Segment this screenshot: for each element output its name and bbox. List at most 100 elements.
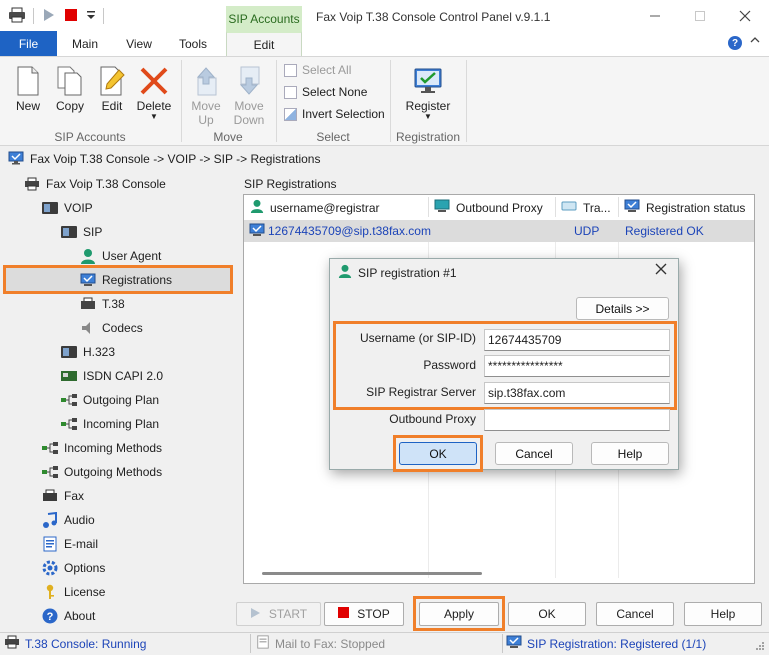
stop-button[interactable]: STOP xyxy=(324,602,404,626)
column-header-username[interactable]: username@registrar xyxy=(250,195,426,220)
tab-tools[interactable]: Tools xyxy=(170,31,216,56)
music-note-icon xyxy=(42,512,58,528)
tree-item-h323[interactable]: H.323 xyxy=(61,341,115,363)
move-up-button[interactable]: Move Up xyxy=(188,62,224,127)
select-all-icon xyxy=(284,63,297,77)
tree-item-label: E-mail xyxy=(64,537,99,551)
help-icon[interactable]: ? xyxy=(728,36,742,50)
new-label: New xyxy=(15,99,40,113)
monitor-icon xyxy=(434,199,450,216)
ok-button[interactable]: OK xyxy=(508,602,586,626)
select-none-button[interactable]: Select None xyxy=(284,85,367,99)
details-button[interactable]: Details >> xyxy=(576,297,669,320)
play-icon[interactable] xyxy=(43,7,55,23)
register-dropdown-icon: ▼ xyxy=(424,112,432,121)
tab-main[interactable]: Main xyxy=(62,31,108,56)
tree-item-outgoing-plan[interactable]: Outgoing Plan xyxy=(61,389,159,411)
tree-item-label: SIP xyxy=(83,225,103,239)
group-label-move: Move xyxy=(213,130,243,144)
start-play-icon xyxy=(250,607,261,622)
ribbon-group-separator xyxy=(181,60,182,142)
password-field[interactable]: **************** xyxy=(484,355,670,377)
tree-item-about[interactable]: ? About xyxy=(42,605,95,627)
apply-button[interactable]: Apply xyxy=(419,602,499,626)
edit-label: Edit xyxy=(101,99,123,113)
column-header-transport[interactable]: Tra... xyxy=(561,195,617,220)
move-down-label-line1: Move xyxy=(234,99,264,113)
dialog-cancel-button[interactable]: Cancel xyxy=(495,442,573,465)
tree-item-options[interactable]: Options xyxy=(42,557,105,579)
column-header-label: Outbound Proxy xyxy=(456,200,543,215)
quick-access-dropdown-icon[interactable] xyxy=(86,7,96,23)
delete-button[interactable]: Delete ▼ xyxy=(134,62,174,121)
password-label: Password xyxy=(423,358,476,372)
outbound-proxy-label: Outbound Proxy xyxy=(389,412,476,426)
ribbon-group-separator xyxy=(276,60,277,142)
dialog-close-icon[interactable] xyxy=(655,262,667,279)
tree-item-email[interactable]: E-mail xyxy=(42,533,98,555)
column-header-label: Tra... xyxy=(583,200,611,215)
resize-grip-icon[interactable] xyxy=(755,640,765,654)
register-button[interactable]: Register ▼ xyxy=(400,62,456,121)
outbound-proxy-field[interactable] xyxy=(484,409,670,431)
tree-item-fax[interactable]: Fax xyxy=(42,485,84,507)
app-printer-icon[interactable] xyxy=(8,7,26,23)
tree-item-isdn[interactable]: ISDN CAPI 2.0 xyxy=(61,365,163,387)
tree-item-t38[interactable]: T.38 xyxy=(80,293,125,315)
minimize-button[interactable] xyxy=(645,6,665,26)
horizontal-scrollbar[interactable] xyxy=(262,572,482,575)
tree-item-root[interactable]: Fax Voip T.38 Console xyxy=(24,173,166,195)
breadcrumb-text: Fax Voip T.38 Console -> VOIP -> SIP -> … xyxy=(30,152,321,166)
column-header-registration-status[interactable]: Registration status xyxy=(624,195,754,220)
tree-item-user-agent[interactable]: User Agent xyxy=(80,245,161,267)
start-button[interactable]: START xyxy=(236,602,321,626)
tree-item-audio[interactable]: Audio xyxy=(42,509,95,531)
column-header-outbound-proxy[interactable]: Outbound Proxy xyxy=(434,195,554,220)
username-field[interactable]: 12674435709 xyxy=(484,329,670,351)
new-button[interactable]: New xyxy=(10,62,46,113)
tree-item-label: Options xyxy=(64,561,106,575)
tree-item-outgoing-methods[interactable]: Outgoing Methods xyxy=(42,461,162,483)
stop-icon[interactable] xyxy=(65,7,77,23)
ribbon-group-separator xyxy=(390,60,391,142)
registrar-field[interactable]: sip.t38fax.com xyxy=(484,382,670,404)
context-tab-group-label: SIP Accounts xyxy=(226,6,302,31)
tree-item-incoming-plan[interactable]: Incoming Plan xyxy=(61,413,159,435)
question-icon: ? xyxy=(42,608,58,624)
tree-item-voip[interactable]: VOIP xyxy=(42,197,93,219)
breadcrumb-monitor-icon xyxy=(8,151,24,168)
cell-username-text: 12674435709@sip.t38fax.com xyxy=(268,224,431,238)
invert-selection-button[interactable]: Invert Selection xyxy=(284,107,385,121)
methods-routing-icon xyxy=(42,464,58,480)
edit-button[interactable]: Edit xyxy=(94,62,130,113)
delete-x-icon xyxy=(138,62,170,96)
user-icon xyxy=(250,199,264,216)
close-button[interactable] xyxy=(735,6,755,26)
tree-item-sip[interactable]: SIP xyxy=(61,221,102,243)
h323-phone-icon xyxy=(61,344,77,360)
tab-edit[interactable]: Edit xyxy=(226,31,302,57)
tree-item-codecs[interactable]: Codecs xyxy=(80,317,143,339)
cancel-button[interactable]: Cancel xyxy=(596,602,674,626)
tree-item-registrations[interactable]: Registrations xyxy=(80,269,172,291)
ribbon-group-separator xyxy=(466,60,467,142)
tab-view[interactable]: View xyxy=(116,31,162,56)
status-separator xyxy=(502,634,503,653)
tab-file[interactable]: File xyxy=(0,31,57,56)
cell-status[interactable]: Registered OK xyxy=(625,220,704,242)
cell-username[interactable]: 12674435709@sip.t38fax.com xyxy=(249,220,431,242)
dialog-help-button[interactable]: Help xyxy=(591,442,669,465)
maximize-button[interactable] xyxy=(690,6,710,26)
dialog-user-icon xyxy=(338,264,352,281)
move-down-button[interactable]: Move Down xyxy=(230,62,268,127)
help-button[interactable]: Help xyxy=(684,602,762,626)
status-sip: SIP Registration: Registered (1/1) xyxy=(506,633,706,654)
select-all-button[interactable]: Select All xyxy=(284,63,351,77)
tree-item-license[interactable]: License xyxy=(42,581,105,603)
copy-button[interactable]: Copy xyxy=(52,62,88,113)
status-separator xyxy=(250,634,251,653)
tree-item-incoming-methods[interactable]: Incoming Methods xyxy=(42,437,162,459)
dialog-ok-button[interactable]: OK xyxy=(399,442,477,465)
cell-transport[interactable]: UDP xyxy=(574,220,599,242)
collapse-ribbon-icon[interactable] xyxy=(750,35,760,47)
